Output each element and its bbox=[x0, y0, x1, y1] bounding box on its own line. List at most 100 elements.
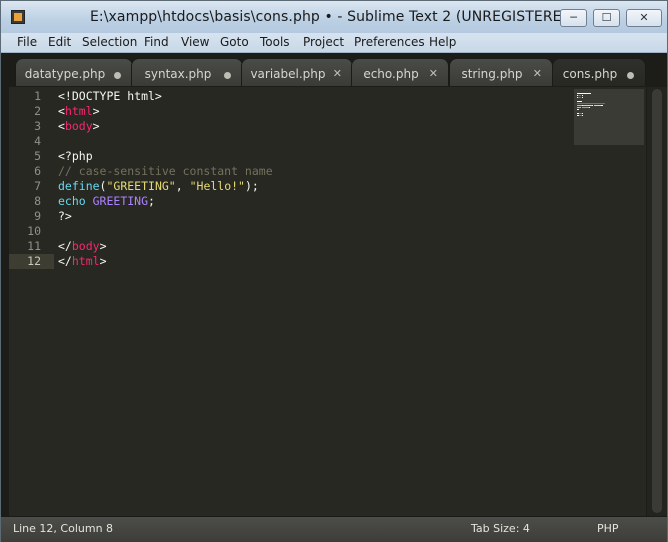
unsaved-dot-icon[interactable] bbox=[627, 72, 634, 79]
line-number: 7 bbox=[34, 179, 41, 193]
tab-label: syntax.php bbox=[144, 67, 212, 81]
syntax-indicator[interactable]: PHP bbox=[597, 522, 619, 535]
menu-file[interactable]: File bbox=[17, 35, 37, 49]
code-token: html bbox=[64, 104, 93, 118]
maximize-button[interactable]: ☐ bbox=[593, 9, 620, 27]
minimap-stroke bbox=[577, 103, 605, 104]
line-number: 11 bbox=[27, 239, 41, 253]
line-number: 10 bbox=[27, 224, 41, 238]
code-token: // case-sensitive constant name bbox=[58, 164, 273, 178]
minimap-stroke bbox=[582, 115, 584, 116]
tab-label: string.php bbox=[461, 67, 523, 81]
code-line[interactable]: echo GREETING; bbox=[58, 194, 155, 208]
minimap-stroke bbox=[601, 105, 604, 106]
code-line[interactable]: </body> bbox=[58, 239, 107, 253]
code-line[interactable]: define("GREETING", "Hello!"); bbox=[58, 179, 259, 193]
menu-view[interactable]: View bbox=[181, 35, 209, 49]
line-number: 1 bbox=[34, 89, 41, 103]
code-token: , bbox=[175, 179, 190, 193]
tab-string[interactable]: string.php ✕ bbox=[449, 58, 553, 86]
vertical-scrollbar[interactable] bbox=[647, 87, 667, 516]
menu-bar: File Edit Selection Find View Goto Tools… bbox=[1, 33, 667, 53]
minimap-stroke bbox=[581, 107, 589, 108]
line-number: 4 bbox=[34, 134, 41, 148]
code-line[interactable]: ?> bbox=[58, 209, 72, 223]
tab-variabel[interactable]: variabel.php ✕ bbox=[241, 58, 353, 86]
line-number: 9 bbox=[34, 209, 41, 223]
minimap-stroke bbox=[588, 107, 590, 108]
title-bar[interactable]: E:\xampp\htdocs\basis\cons.php • - Subli… bbox=[1, 1, 667, 33]
code-token: body bbox=[71, 239, 100, 253]
line-number: 3 bbox=[34, 119, 41, 133]
code-token: body bbox=[64, 119, 93, 133]
code-token: </ bbox=[58, 254, 72, 268]
code-editor[interactable]: 1 2 3 4 5 6 7 8 9 10 11 12 <!DOCTYPE html> <html> <bo… bbox=[9, 87, 646, 516]
code-token: "Hello!" bbox=[189, 179, 245, 193]
code-token: define bbox=[58, 179, 100, 193]
minimap-stroke bbox=[594, 105, 602, 106]
code-token: > bbox=[92, 104, 100, 118]
line-number: 8 bbox=[34, 194, 41, 208]
menu-help[interactable]: Help bbox=[429, 35, 456, 49]
minimap-stroke bbox=[577, 107, 581, 108]
tab-label: datatype.php bbox=[24, 67, 106, 81]
minimap-stroke bbox=[582, 113, 584, 114]
code-token: > bbox=[99, 254, 107, 268]
minimap-stroke bbox=[577, 101, 582, 102]
menu-project[interactable]: Project bbox=[303, 35, 344, 49]
minimap-stroke bbox=[581, 97, 583, 98]
menu-preferences[interactable]: Preferences bbox=[354, 35, 425, 49]
line-number-gutter: 1 2 3 4 5 6 7 8 9 10 11 12 bbox=[9, 87, 53, 516]
menu-edit[interactable]: Edit bbox=[48, 35, 71, 49]
code-token: ); bbox=[244, 179, 259, 193]
cursor-position: Line 12, Column 8 bbox=[13, 522, 114, 535]
code-token: </ bbox=[58, 239, 72, 253]
code-line[interactable]: <body> bbox=[58, 119, 100, 133]
code-line[interactable]: // case-sensitive constant name bbox=[58, 164, 273, 178]
line-number: 2 bbox=[34, 104, 41, 118]
tab-echo[interactable]: echo.php ✕ bbox=[351, 58, 449, 86]
tab-syntax[interactable]: syntax.php bbox=[131, 58, 243, 86]
code-line[interactable]: </html> bbox=[58, 254, 107, 268]
minimap[interactable] bbox=[574, 89, 644, 145]
code-token: < bbox=[58, 119, 65, 133]
tab-datatype[interactable]: datatype.php bbox=[15, 58, 133, 86]
code-token: < bbox=[58, 104, 65, 118]
minimap-stroke bbox=[581, 95, 583, 96]
scrollbar-thumb[interactable] bbox=[652, 89, 662, 513]
menu-selection[interactable]: Selection bbox=[82, 35, 137, 49]
code-token: ?> bbox=[58, 209, 72, 223]
code-token: GREETING bbox=[92, 194, 149, 208]
code-token: ; bbox=[148, 194, 155, 208]
code-token: echo bbox=[58, 194, 93, 208]
tab-label: echo.php bbox=[363, 67, 419, 81]
sublime-window: E:\xampp\htdocs\basis\cons.php • - Subli… bbox=[0, 0, 668, 542]
menu-find[interactable]: Find bbox=[144, 35, 169, 49]
line-number: 12 bbox=[27, 254, 41, 268]
unsaved-dot-icon[interactable] bbox=[114, 72, 121, 79]
close-button[interactable]: ✕ bbox=[626, 9, 662, 27]
close-tab-icon[interactable]: ✕ bbox=[333, 67, 342, 80]
menu-tools[interactable]: Tools bbox=[260, 35, 290, 49]
code-line[interactable]: <html> bbox=[58, 104, 100, 118]
code-token: <?php bbox=[58, 149, 93, 163]
unsaved-dot-icon[interactable] bbox=[224, 72, 231, 79]
code-line[interactable]: <?php bbox=[58, 149, 93, 163]
close-tab-icon[interactable]: ✕ bbox=[429, 67, 438, 80]
close-tab-icon[interactable]: ✕ bbox=[533, 67, 542, 80]
minimap-stroke bbox=[583, 105, 593, 106]
minimize-button[interactable]: ─ bbox=[560, 9, 587, 27]
line-number: 5 bbox=[34, 149, 41, 163]
tab-size-indicator[interactable]: Tab Size: 4 bbox=[471, 522, 530, 535]
code-token: > bbox=[92, 119, 100, 133]
minimap-stroke bbox=[577, 93, 591, 94]
minimap-stroke bbox=[577, 109, 579, 110]
code-token: html bbox=[71, 254, 100, 268]
menu-goto[interactable]: Goto bbox=[220, 35, 249, 49]
line-number: 6 bbox=[34, 164, 41, 178]
code-token: <!DOCTYPE html> bbox=[58, 89, 162, 103]
tab-cons[interactable]: cons.php bbox=[552, 58, 646, 86]
code-line[interactable]: <!DOCTYPE html> bbox=[58, 89, 162, 103]
tab-label: cons.php bbox=[562, 67, 618, 81]
tab-bar: datatype.php syntax.php variabel.php ✕ e… bbox=[1, 53, 667, 87]
